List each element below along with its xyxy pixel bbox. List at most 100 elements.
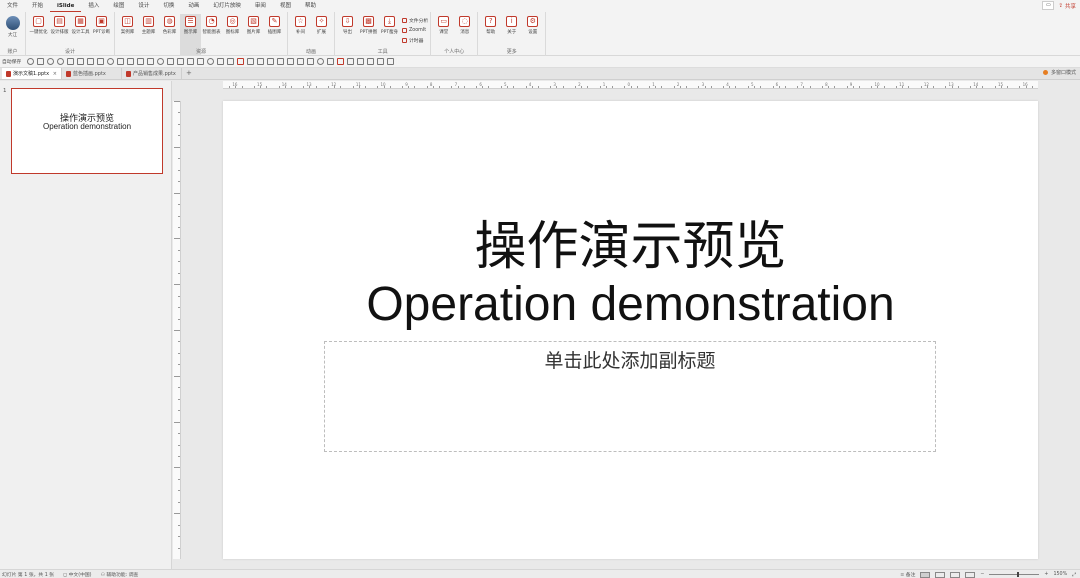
ruler-tick [178,226,180,228]
multi-window-toggle[interactable]: 多窗口模式 [1042,69,1076,76]
save-icon[interactable] [37,58,45,65]
menu-item-help[interactable]: 帮助 [298,0,323,12]
ruler-tick [846,86,848,88]
arrange-icon[interactable] [147,58,155,65]
timer-button[interactable]: 计时器 [402,36,428,45]
font-color-icon[interactable] [237,58,245,65]
effects-icon[interactable] [227,58,235,65]
menu-item-home[interactable]: 开始 [25,0,50,12]
add-tab-button[interactable]: + [182,68,196,79]
info-icon: i [506,16,518,27]
zoomit-button[interactable]: ZoomIt [402,26,428,35]
bullets-icon[interactable] [247,58,255,65]
shape-fill-icon[interactable] [207,58,215,65]
zoom-slider[interactable] [989,572,1040,577]
group-icon[interactable] [137,58,145,65]
smartart-icon[interactable] [317,58,325,65]
ruler-tick [698,86,700,88]
accessibility-indicator[interactable]: ⚇ 辅助功能: 调查 [101,571,139,578]
align-icon[interactable] [117,58,125,65]
menu-item-design[interactable]: 设计 [131,0,156,12]
new-slide-icon[interactable] [67,58,75,65]
undo-icon[interactable] [47,58,55,65]
rotate-icon[interactable] [157,58,165,65]
line-spacing-icon[interactable] [287,58,295,65]
ruler-tick [772,86,774,88]
menu-item-animations[interactable]: 动画 [181,0,206,12]
numbering-icon[interactable] [257,58,265,65]
small-item-label: ZoomIt [409,28,427,33]
notes-button[interactable]: ≡ 备注 [900,571,915,578]
zoom-out-button[interactable]: − [980,572,984,577]
doc-tab-1[interactable]: 演示文稿1.pptx × [2,68,62,79]
slide-title-en[interactable]: Operation demonstration [223,277,1038,333]
outline-icon[interactable] [217,58,225,65]
menu-item-slideshow[interactable]: 幻灯片放映 [206,0,248,12]
ruler-tick [174,238,180,240]
clear-format-icon[interactable] [327,58,335,65]
ruler-tick [178,547,180,549]
subtitle-placeholder-text: 单击此处添加副标题 [544,350,716,372]
autosave-toggle-icon[interactable] [27,58,35,65]
align-text-icon[interactable] [307,58,315,65]
subtitle-placeholder-box[interactable]: 单击此处添加副标题 [324,341,936,452]
text-box-icon[interactable] [87,58,95,65]
menu-item-view[interactable]: 视图 [273,0,298,12]
normal-view-icon[interactable] [920,571,931,578]
distribute-icon[interactable] [127,58,135,65]
zoom-level[interactable]: 150% [1053,572,1067,577]
char-spacing-icon[interactable] [347,58,355,65]
crop-icon[interactable] [167,58,175,65]
subscript-icon[interactable] [377,58,385,65]
table-icon[interactable] [177,58,185,65]
close-icon[interactable]: × [53,71,57,77]
zoom-slider-thumb[interactable] [1017,572,1020,577]
picture-icon[interactable] [197,58,205,65]
shape-icon[interactable] [97,58,105,65]
slide-canvas[interactable]: 操作演示预览 Operation demonstration 单击此处添加副标题 [223,101,1038,559]
btn-label: 设计排版 [50,30,69,35]
slide-sorter-icon[interactable] [935,571,946,578]
menu-item-islide[interactable]: iSlide [50,1,82,12]
doc-tab-3[interactable]: 产品销售成果.pptx [122,68,182,79]
ruler-tick [933,86,935,88]
doc-tab-2[interactable]: 蓝色插画.pptx [62,68,122,79]
outdent-icon[interactable] [277,58,285,65]
file-analysis-button[interactable]: 文件分析 [402,16,428,25]
ruler-tick [513,86,515,88]
fit-to-window-icon[interactable]: ⤢ [1072,572,1076,578]
menu-item-draw[interactable]: 绘图 [106,0,131,12]
slide-thumbnail[interactable]: 操作演示预览 Operation demonstration [11,88,163,174]
ruler-tick [926,86,928,88]
share-button[interactable]: ⇪ 共享 [1058,2,1076,10]
language-indicator[interactable]: ◻ 中文(中国) [63,571,91,578]
btn-label: PPT拼图 [359,30,378,35]
change-case-icon[interactable] [357,58,365,65]
more-commands-icon[interactable] [387,58,395,65]
comment-icon[interactable]: ▭ [1042,1,1055,10]
menu-item-review[interactable]: 审阅 [248,0,273,12]
redo-icon[interactable] [57,58,65,65]
layout-icon[interactable] [77,58,85,65]
diagram-icon: ☰ [185,16,196,27]
menu-item-transitions[interactable]: 切换 [156,0,181,12]
slideshow-icon[interactable] [965,571,976,578]
slide-title-cn[interactable]: 操作演示预览 [223,216,1038,278]
highlight-icon[interactable] [337,58,345,65]
export-icon: ⇩ [342,16,353,27]
ruler-tick [679,86,681,88]
doc-tab-label: 蓝色插画.pptx [73,71,106,77]
reading-view-icon[interactable] [950,571,961,578]
ruler-tick [704,86,706,88]
superscript-icon[interactable] [367,58,375,65]
text-direction-icon[interactable] [297,58,305,65]
menu-item-file[interactable]: 文件 [0,0,25,12]
indent-icon[interactable] [267,58,275,65]
ruler-tick [229,86,231,88]
format-painter-icon[interactable] [107,58,115,65]
chart-icon[interactable] [187,58,195,65]
zoom-in-button[interactable]: + [1044,572,1048,577]
tools-icon: ▦ [75,16,86,27]
menu-item-insert[interactable]: 插入 [81,0,106,12]
ruler-tick [178,249,180,251]
